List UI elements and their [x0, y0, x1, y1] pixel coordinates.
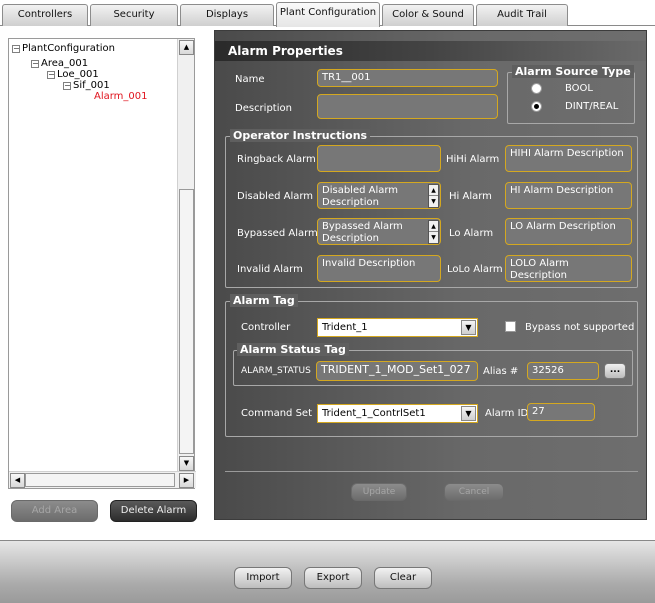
collapse-icon[interactable]: − — [47, 70, 55, 79]
spin-up-icon[interactable]: ▲ — [429, 221, 438, 232]
spin-down-icon[interactable]: ▼ — [429, 232, 438, 243]
chevron-down-icon[interactable]: ▼ — [461, 406, 476, 421]
lo-field[interactable]: LO Alarm Description — [505, 218, 632, 245]
scroll-right-icon[interactable]: ▶ — [179, 473, 194, 488]
panel-title: Alarm Properties — [215, 41, 646, 61]
lolo-field[interactable]: LOLO Alarm Description — [505, 255, 632, 282]
invalid-field[interactable]: Invalid Description — [317, 255, 441, 282]
chevron-down-icon[interactable]: ▼ — [461, 320, 476, 335]
alarm-status-label: ALARM_STATUS — [241, 366, 311, 376]
description-label: Description — [235, 103, 292, 114]
hihi-field[interactable]: HIHI Alarm Description — [505, 145, 632, 172]
bypassed-spinner[interactable]: ▲ ▼ — [428, 220, 439, 244]
import-button[interactable]: Import — [234, 567, 292, 589]
tree-item-label: PlantConfiguration — [22, 43, 116, 54]
spin-up-icon[interactable]: ▲ — [429, 185, 438, 196]
alarm-id-label: Alarm ID — [485, 408, 529, 419]
delete-alarm-button[interactable]: Delete Alarm — [110, 500, 197, 522]
cancel-button[interactable]: Cancel — [444, 483, 504, 501]
controller-label: Controller — [241, 322, 291, 333]
operator-instructions-title: Operator Instructions — [230, 129, 371, 142]
clear-button[interactable]: Clear — [374, 567, 432, 589]
browse-button[interactable]: ... — [604, 363, 626, 379]
controller-select[interactable]: Trident_1 ▼ — [317, 318, 478, 337]
add-area-button[interactable]: Add Area — [11, 500, 98, 522]
panel-divider — [225, 471, 638, 472]
tree-item-sif[interactable]: − Sif_001 — [63, 80, 110, 91]
controller-value: Trident_1 — [322, 322, 368, 333]
tree-item-label: Loe_001 — [57, 69, 99, 80]
alarm-status-tag-title: Alarm Status Tag — [237, 343, 349, 356]
command-set-label: Command Set — [241, 408, 312, 419]
scroll-thumb[interactable] — [179, 189, 194, 454]
alias-field[interactable]: 32526 — [527, 362, 599, 380]
horizontal-scrollbar[interactable]: ◀ ▶ — [9, 471, 196, 488]
bool-radio[interactable] — [531, 83, 542, 94]
name-label: Name — [235, 74, 265, 85]
tree-panel: − PlantConfiguration − Area_001 − Loe_00… — [8, 38, 196, 489]
tab-plant-configuration[interactable]: Plant Configuration — [276, 2, 380, 27]
spin-down-icon[interactable]: ▼ — [429, 196, 438, 207]
name-field[interactable]: TR1__001 — [317, 69, 498, 87]
tree-item-area[interactable]: − Area_001 — [31, 58, 88, 69]
bypassed-label: Bypassed Alarm — [237, 228, 318, 239]
lolo-label: LoLo Alarm — [447, 264, 503, 275]
tab-color-sound[interactable]: Color & Sound — [382, 4, 474, 26]
tab-controllers[interactable]: Controllers — [2, 4, 88, 26]
ringback-field[interactable] — [317, 145, 441, 172]
scroll-thumb[interactable] — [25, 473, 175, 487]
disabled-field[interactable]: Disabled Alarm Description — [317, 182, 441, 209]
lo-label: Lo Alarm — [449, 228, 494, 239]
alarm-properties-panel: Alarm Properties Name TR1__001 Descripti… — [214, 30, 647, 520]
alias-label: Alias # — [483, 366, 519, 377]
tree-item-alarm[interactable]: Alarm_001 — [94, 91, 148, 102]
tree-item-label: Area_001 — [41, 58, 89, 69]
bypass-checkbox[interactable] — [505, 321, 516, 332]
tree-item-root[interactable]: − PlantConfiguration — [12, 43, 115, 54]
ringback-label: Ringback Alarm — [237, 154, 316, 165]
disabled-label: Disabled Alarm — [237, 191, 314, 202]
tree-item-loe[interactable]: − Loe_001 — [47, 69, 99, 80]
alarm-status-field[interactable]: TRIDENT_1_MOD_Set1_027 — [316, 361, 478, 381]
dint-real-radio[interactable] — [531, 101, 542, 112]
collapse-icon[interactable]: − — [63, 81, 71, 90]
scroll-down-icon[interactable]: ▼ — [179, 456, 194, 471]
tab-bar: Controllers Security Displays Plant Conf… — [0, 0, 655, 27]
bypass-label: Bypass not supported — [525, 322, 635, 333]
bypassed-field[interactable]: Bypassed Alarm Description — [317, 218, 441, 245]
update-button[interactable]: Update — [351, 483, 407, 501]
scroll-left-icon[interactable]: ◀ — [10, 473, 25, 488]
scroll-up-icon[interactable]: ▲ — [179, 40, 194, 55]
alarm-id-field[interactable]: 27 — [527, 403, 595, 421]
hihi-label: HiHi Alarm — [446, 154, 500, 165]
tab-security[interactable]: Security — [90, 4, 178, 26]
tab-audit-trail[interactable]: Audit Trail — [476, 4, 568, 26]
tree-view: − PlantConfiguration − Area_001 − Loe_00… — [9, 39, 179, 472]
collapse-icon[interactable]: − — [31, 59, 39, 68]
command-set-select[interactable]: Trident_1_ContrlSet1 ▼ — [317, 404, 478, 423]
tab-displays[interactable]: Displays — [180, 4, 274, 26]
hi-field[interactable]: HI Alarm Description — [505, 182, 632, 209]
description-field[interactable] — [317, 94, 498, 119]
export-button[interactable]: Export — [304, 567, 362, 589]
tree-item-label: Sif_001 — [73, 80, 110, 91]
collapse-icon[interactable]: − — [12, 44, 20, 53]
alarm-source-type-group — [507, 72, 635, 124]
hi-label: Hi Alarm — [449, 191, 492, 202]
tree-item-label: Alarm_001 — [94, 91, 148, 102]
bool-label: BOOL — [565, 83, 593, 94]
alarm-source-type-title: Alarm Source Type — [512, 65, 634, 78]
command-set-value: Trident_1_ContrlSet1 — [322, 408, 426, 419]
dint-real-label: DINT/REAL — [565, 101, 619, 112]
alarm-tag-title: Alarm Tag — [230, 294, 298, 307]
disabled-spinner[interactable]: ▲ ▼ — [428, 184, 439, 208]
invalid-label: Invalid Alarm — [237, 264, 303, 275]
vertical-scrollbar[interactable]: ▲ ▼ — [177, 39, 194, 472]
